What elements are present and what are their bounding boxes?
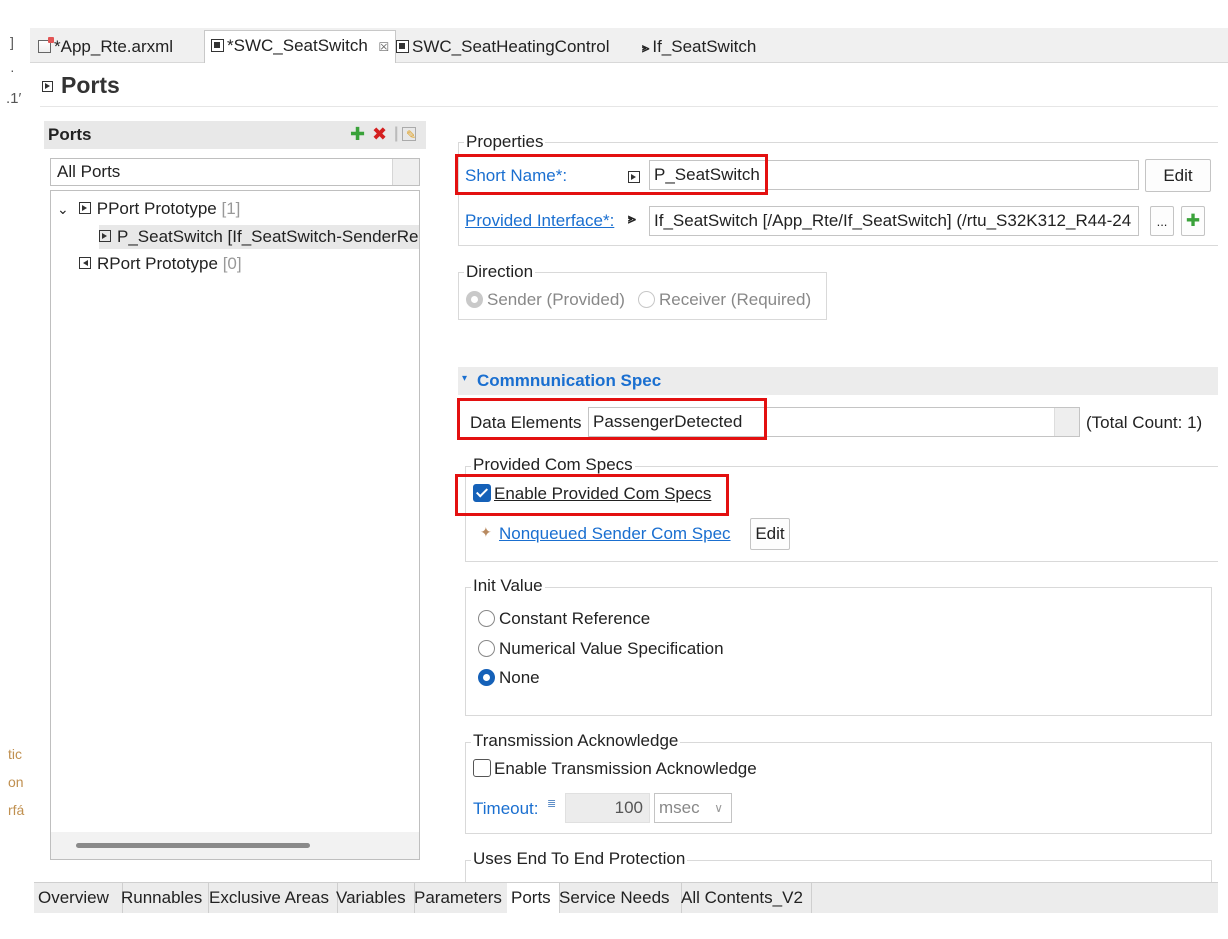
- radio-icon: [478, 669, 495, 686]
- dropdown-button[interactable]: [392, 159, 419, 185]
- tab-variables[interactable]: Variables: [333, 883, 415, 913]
- provided-interface-input[interactable]: If_SeatSwitch [/App_Rte/If_SeatSwitch] (…: [649, 206, 1139, 236]
- pport-icon: [99, 230, 111, 242]
- tree-item-pport[interactable]: ⌄ PPort Prototype [1]: [57, 197, 240, 221]
- enable-transmission-checkbox[interactable]: Enable Transmission Acknowledge: [473, 759, 757, 779]
- none-radio[interactable]: None: [478, 668, 540, 688]
- transmission-label: Transmission Acknowledge: [471, 731, 681, 751]
- tab-overview[interactable]: Overview: [34, 883, 123, 913]
- close-icon[interactable]: ☒: [379, 40, 390, 54]
- timeout-input[interactable]: 100: [565, 793, 650, 823]
- radio-icon: [478, 610, 495, 627]
- tab-label: SWC_SeatHeatingControl: [412, 37, 610, 56]
- ports-filter-select[interactable]: All Ports: [50, 158, 420, 186]
- bottom-tab-bar: Overview Runnables Exclusive Areas Varia…: [34, 882, 1218, 913]
- left-fragment: rfá: [8, 802, 25, 818]
- sparkle-icon: ✦: [480, 524, 492, 540]
- delete-icon[interactable]: ✖: [372, 125, 387, 143]
- left-fragment: .1′: [6, 90, 22, 107]
- left-fragment: ·: [10, 62, 15, 78]
- constant-reference-radio[interactable]: Constant Reference: [478, 609, 650, 629]
- comm-spec-title: Commnunication Spec: [477, 371, 662, 390]
- numerical-value-radio[interactable]: Numerical Value Specification: [478, 639, 724, 659]
- left-fragment: tic: [8, 746, 22, 762]
- interface-arrow-icon: ⪢: [628, 210, 636, 226]
- edit-com-spec-button[interactable]: Edit: [750, 518, 790, 550]
- ports-panel-title: Ports: [48, 125, 92, 144]
- chevron-down-icon: ∨: [714, 801, 723, 815]
- rport-icon: [79, 257, 91, 269]
- left-fragment: on: [8, 774, 24, 790]
- highlight-short-name: [455, 154, 768, 195]
- pport-icon: [78, 202, 91, 214]
- plus-icon: ✚: [1185, 211, 1201, 230]
- tab-if-seatswitch[interactable]: ⪢ If_SeatSwitch: [642, 32, 756, 62]
- arxml-file-icon: [38, 37, 54, 53]
- highlight-data-elements: [457, 398, 767, 440]
- window-top-strip: [0, 0, 1228, 16]
- provided-interface-link[interactable]: Provided Interface*:: [465, 211, 614, 231]
- tree-item-p-seatswitch[interactable]: P_SeatSwitch [If_SeatSwitch-SenderRe: [99, 225, 419, 249]
- expand-icon[interactable]: [42, 81, 53, 92]
- timeout-unit-select[interactable]: msec ∨: [654, 793, 732, 823]
- tab-all-contents[interactable]: All Contents_V2: [677, 883, 812, 913]
- radio-icon: [478, 640, 495, 657]
- tab-service-needs[interactable]: Service Needs: [555, 883, 682, 913]
- tab-label: If_SeatSwitch: [652, 37, 757, 56]
- tab-label: *SWC_SeatSwitch: [227, 36, 368, 55]
- total-count: (Total Count: 1): [1086, 413, 1203, 432]
- tab-runnables[interactable]: Runnables: [118, 883, 209, 913]
- radio-icon: [466, 291, 483, 308]
- editor-tab-strip: *App_Rte.arxml *SWC_SeatSwitch ☒ SWC_Sea…: [30, 28, 1228, 63]
- separator-icon: |: [394, 125, 399, 142]
- tab-parameters[interactable]: Parameters: [411, 883, 511, 913]
- direction-group-label: Direction: [464, 262, 536, 282]
- chevron-down-icon[interactable]: ▾: [462, 373, 467, 384]
- edit-icon[interactable]: ✎: [402, 127, 416, 142]
- nonqueued-sender-link[interactable]: Nonqueued Sender Com Spec: [499, 524, 731, 544]
- interface-arrow-icon: ⪢: [642, 40, 650, 55]
- tab-exclusive-areas[interactable]: Exclusive Areas: [205, 883, 338, 913]
- comm-spec-section-header[interactable]: ▾ Commnunication Spec: [458, 367, 1218, 395]
- add-icon[interactable]: ✚: [350, 125, 365, 143]
- tab-label: *App_Rte.arxml: [54, 37, 174, 56]
- tab-swc-seatswitch[interactable]: *SWC_SeatSwitch ☒: [204, 30, 397, 63]
- page-title: Ports: [42, 72, 120, 99]
- tab-swc-seatheating[interactable]: SWC_SeatHeatingControl: [396, 32, 609, 62]
- radio-icon: [638, 291, 655, 308]
- hint-icon: ≣: [547, 798, 557, 810]
- chevron-down-icon[interactable]: ⌄: [57, 201, 69, 217]
- tab-app-rte[interactable]: *App_Rte.arxml: [38, 32, 173, 62]
- properties-group-label: Properties: [464, 132, 546, 152]
- edit-short-name-button[interactable]: Edit: [1145, 159, 1211, 192]
- tab-ports[interactable]: Ports: [507, 883, 560, 913]
- highlight-enable-provided: [455, 474, 729, 516]
- add-interface-button[interactable]: ✚: [1181, 206, 1205, 236]
- sender-radio: Sender (Provided): [466, 290, 625, 310]
- e2e-label: Uses End To End Protection: [471, 849, 688, 869]
- ports-tree[interactable]: ⌄ PPort Prototype [1] P_SeatSwitch [If_Se…: [50, 190, 420, 860]
- left-partial-view: ] · .1′ tic on rfá: [0, 28, 30, 939]
- divider: [40, 106, 1218, 107]
- provided-com-specs-label: Provided Com Specs: [471, 455, 635, 475]
- horizontal-scrollbar[interactable]: [76, 843, 310, 848]
- timeout-label: Timeout:: [473, 799, 539, 818]
- swc-component-icon: [211, 39, 224, 52]
- checkbox-icon: [473, 759, 491, 777]
- swc-component-icon: [396, 40, 409, 53]
- browse-interface-button[interactable]: ...: [1150, 206, 1174, 236]
- receiver-radio: Receiver (Required): [638, 290, 811, 310]
- ports-panel-header: Ports ✚ ✖ | ✎: [44, 121, 426, 149]
- left-fragment: ]: [10, 34, 14, 50]
- tree-item-rport[interactable]: RPort Prototype [0]: [79, 252, 242, 276]
- dropdown-button[interactable]: [1054, 408, 1079, 436]
- init-value-label: Init Value: [471, 576, 545, 596]
